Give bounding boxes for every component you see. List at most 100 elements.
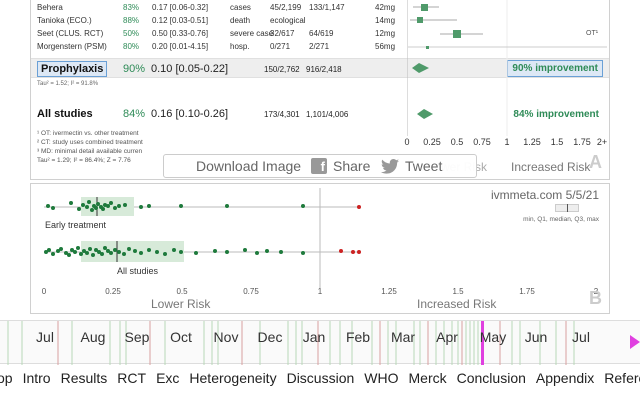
nav-item-results[interactable]: Results xyxy=(56,368,113,392)
study-dot xyxy=(117,204,121,208)
timeline-month[interactable]: Mar xyxy=(391,329,415,345)
study-dot xyxy=(94,206,98,210)
all-studies-label-b: All studies xyxy=(117,266,159,276)
study-dot xyxy=(88,247,92,251)
study-outcome: severe case xyxy=(230,29,274,38)
nav-item-top[interactable]: op xyxy=(0,368,18,392)
study-dot xyxy=(51,206,55,210)
study-dose: 56mg xyxy=(375,42,396,51)
axis-tick: 1.5 xyxy=(550,137,564,147)
timeline-scrubber[interactable]: Jul Aug Sep Oct Nov Dec Jan Feb Mar Apr … xyxy=(0,320,640,365)
all-studies-ci: 0.16 [0.10-0.26] xyxy=(151,108,229,120)
nav-item-intro[interactable]: Intro xyxy=(18,368,56,392)
study-dot xyxy=(73,250,77,254)
study-ci: 0.12 [0.03-0.51] xyxy=(152,16,209,25)
study-dot xyxy=(357,250,361,254)
axis-tick: 0.25 xyxy=(423,137,441,147)
timeline-month[interactable]: Dec xyxy=(258,329,283,345)
nav-item-references[interactable]: Reference xyxy=(599,368,640,392)
share-label: Share xyxy=(333,158,371,174)
study-dot xyxy=(109,251,113,255)
timeline-month[interactable]: Apr xyxy=(436,329,458,345)
twitter-icon xyxy=(381,158,399,174)
timeline-month[interactable]: Sep xyxy=(125,329,150,345)
study-pct: 50% xyxy=(123,29,140,38)
timeline-month-current[interactable]: May xyxy=(480,329,506,345)
timeline-month[interactable]: Aug xyxy=(81,329,106,345)
nav-item-rct[interactable]: RCT xyxy=(112,368,151,392)
study-dot xyxy=(106,204,110,208)
axis-tick: 0 xyxy=(41,287,47,296)
nav-item-exc[interactable]: Exc xyxy=(151,368,184,392)
study-dot xyxy=(113,248,117,252)
study-dot xyxy=(69,201,73,205)
study-dot xyxy=(127,247,131,251)
study-dot xyxy=(139,251,143,255)
study-dot xyxy=(225,250,229,254)
axis-tick: 0.5 xyxy=(176,287,188,296)
axis-tick: 1 xyxy=(317,287,323,296)
tweet-button[interactable]: Tweet xyxy=(381,155,471,177)
study-dot xyxy=(351,250,355,254)
study-dot xyxy=(47,248,51,252)
forest-plot-graphic xyxy=(407,0,607,136)
axis-tick: 1.25 xyxy=(523,137,541,147)
nav-item-discussion[interactable]: Discussion xyxy=(282,368,360,392)
study-dot xyxy=(90,208,94,212)
nav-item-appendix[interactable]: Appendix xyxy=(531,368,599,392)
timeline-month[interactable]: Jul xyxy=(572,329,590,345)
study-ci: 0.17 [0.06-0.32] xyxy=(152,3,209,12)
study-outcome: hosp. xyxy=(230,42,250,51)
prophylaxis-heterogeneity: Tau² = 1.52; I² = 91.8% xyxy=(37,81,99,87)
study-dot xyxy=(213,249,217,253)
dot-plot-x-axis: 0 0.25 0.5 0.75 1 1.25 1.5 1.75 2 xyxy=(31,287,611,299)
study-dose: 42mg xyxy=(375,3,396,12)
all-studies-n-treatment: 173/4,301 xyxy=(264,110,300,119)
study-dot xyxy=(123,203,127,207)
tweet-label: Tweet xyxy=(405,158,443,174)
timeline-month[interactable]: Feb xyxy=(346,329,370,345)
study-dot xyxy=(103,246,107,250)
axis-tick: 1.25 xyxy=(381,287,397,296)
nav-item-heterogeneity[interactable]: Heterogeneity xyxy=(184,368,281,392)
prophylaxis-label[interactable]: Prophylaxis xyxy=(37,61,108,77)
study-dot xyxy=(172,248,176,252)
study-dot xyxy=(147,204,151,208)
timeline-play-icon[interactable] xyxy=(630,335,640,349)
study-dot xyxy=(76,246,80,250)
timeline-month[interactable]: Oct xyxy=(170,329,192,345)
study-dot xyxy=(301,204,305,208)
study-dot xyxy=(147,248,151,252)
download-image-button[interactable]: Download Image xyxy=(164,155,311,177)
nav-item-merck[interactable]: Merck xyxy=(404,368,452,392)
study-n-treatment: 0/271 xyxy=(270,42,291,51)
nav-item-who[interactable]: WHO xyxy=(359,368,403,392)
prophylaxis-n-control: 916/2,418 xyxy=(306,65,342,74)
study-dot xyxy=(85,205,89,209)
study-n-treatment: ecological xyxy=(270,16,306,25)
study-dot xyxy=(139,205,143,209)
timeline-month[interactable]: Jun xyxy=(525,329,548,345)
study-marker xyxy=(421,4,428,11)
timeline-month[interactable]: Nov xyxy=(214,329,239,345)
nav-item-conclusion[interactable]: Conclusion xyxy=(452,368,531,392)
study-dot xyxy=(87,200,91,204)
study-dot xyxy=(67,253,71,257)
facebook-share-button[interactable]: f Share xyxy=(311,155,381,177)
study-dot xyxy=(301,251,305,255)
section-nav: op Intro Results RCT Exc Heterogeneity D… xyxy=(0,368,640,392)
early-treatment-label: Early treatment xyxy=(45,220,107,230)
study-dot xyxy=(225,204,229,208)
axis-tick: 1.75 xyxy=(519,287,535,296)
timeline-month[interactable]: Jul xyxy=(36,329,54,345)
axis-tick: 2+ xyxy=(596,137,608,147)
all-studies-diamond xyxy=(417,109,433,119)
all-studies-n-control: 1,101/4,006 xyxy=(306,110,349,119)
axis-tick: 0.5 xyxy=(450,137,464,147)
study-marker xyxy=(417,17,423,23)
study-marker xyxy=(426,46,429,49)
timeline-month[interactable]: Jan xyxy=(303,329,326,345)
study-dot xyxy=(194,251,198,255)
study-dot xyxy=(255,251,259,255)
prophylaxis-ci: 0.10 [0.05-0.22] xyxy=(151,63,229,75)
